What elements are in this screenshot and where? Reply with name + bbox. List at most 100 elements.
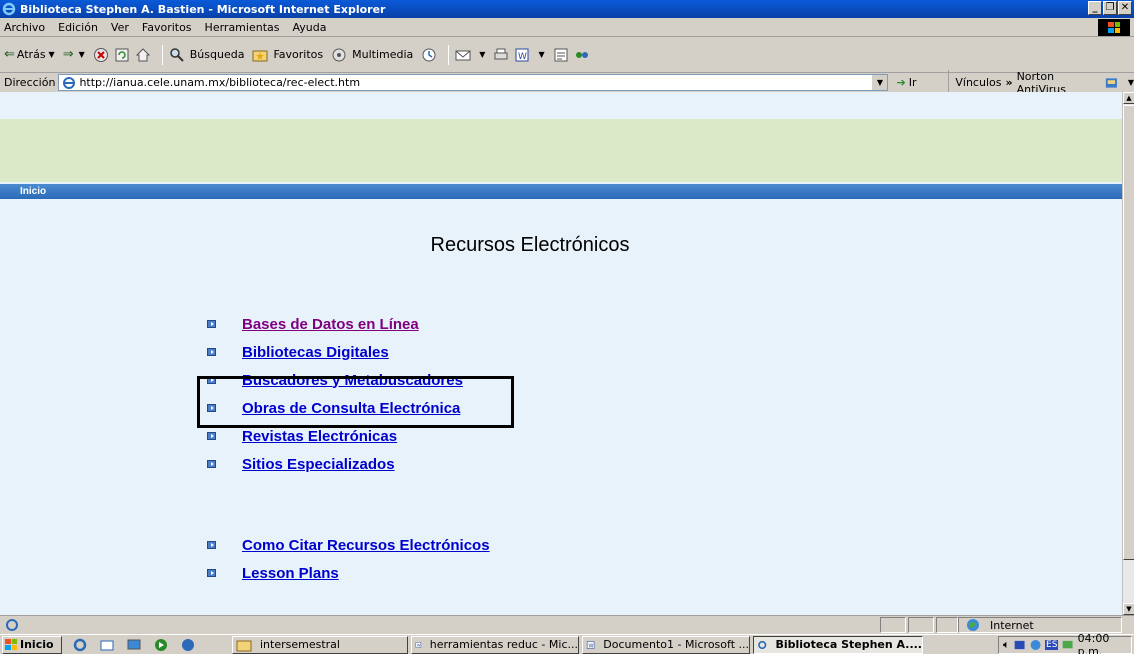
menu-archivo[interactable]: Archivo — [4, 21, 45, 34]
window-title: Biblioteca Stephen A. Bastien - Microsof… — [20, 2, 386, 16]
antivirus-icon[interactable] — [1029, 637, 1042, 653]
status-bar: Internet — [0, 615, 1134, 634]
menu-favoritos[interactable]: Favoritos — [142, 21, 192, 34]
chevron-down-icon[interactable]: ▼ — [79, 50, 85, 59]
messenger-icon[interactable] — [180, 637, 196, 653]
task-herramientas[interactable]: W herramientas reduc - Mic... — [411, 635, 579, 654]
stop-icon[interactable] — [93, 47, 109, 63]
list-item: Lesson Plans — [207, 559, 490, 587]
mail-button[interactable]: ▼ — [455, 47, 485, 63]
go-button[interactable]: ➔ Ir — [896, 76, 942, 89]
secondary-resource-list: Como Citar Recursos Electrónicos Lesson … — [207, 531, 490, 587]
svg-text:W: W — [588, 643, 593, 649]
task-label: Biblioteca Stephen A.... — [775, 638, 922, 651]
task-label: Documento1 - Microsoft ... — [603, 638, 749, 651]
search-button[interactable]: Búsqueda — [169, 47, 244, 63]
zone-label: Internet — [990, 618, 1034, 632]
links-label[interactable]: Vínculos — [955, 76, 1001, 89]
language-indicator[interactable]: ES — [1045, 640, 1059, 650]
header-banner — [0, 119, 1122, 182]
vertical-scrollbar[interactable]: ▲ ▼ — [1122, 92, 1134, 615]
mail-icon — [455, 50, 471, 60]
chevron-down-icon[interactable]: ▼ — [871, 75, 888, 90]
bibliotecas-digitales-link[interactable]: Bibliotecas Digitales — [242, 344, 389, 361]
revistas-electronicas-link[interactable]: Revistas Electrónicas — [242, 428, 397, 445]
bullet-icon — [207, 404, 216, 412]
url-input[interactable]: http://ianua.cele.unam.mx/biblioteca/rec… — [58, 74, 889, 91]
print-icon[interactable] — [493, 47, 509, 63]
outlook-icon[interactable] — [99, 637, 115, 653]
minimize-button[interactable]: _ — [1088, 1, 1102, 15]
desktop-icon[interactable] — [126, 637, 142, 653]
media-player-icon[interactable] — [153, 637, 169, 653]
folder-icon — [236, 640, 252, 651]
menu-edicion[interactable]: Edición — [58, 21, 98, 34]
task-intersemestral[interactable]: intersemestral — [232, 635, 408, 654]
como-citar-link[interactable]: Como Citar Recursos Electrónicos — [242, 537, 490, 554]
scroll-down-icon[interactable]: ▼ — [1123, 603, 1134, 615]
favorites-button[interactable]: Favoritos — [252, 47, 323, 63]
messenger-icon[interactable] — [574, 47, 590, 63]
toolbar: ⇐ Atrás ▼ ⇒ ▼ Búsqueda Favoritos Multime… — [0, 37, 1134, 73]
start-button[interactable]: Inicio — [2, 635, 62, 654]
edit-button[interactable]: W ▼ — [514, 47, 545, 63]
list-item: Como Citar Recursos Electrónicos — [207, 531, 490, 559]
chevron-down-icon[interactable]: ▼ — [49, 50, 55, 59]
menu-ver[interactable]: Ver — [111, 21, 129, 34]
bullet-icon — [207, 541, 216, 549]
status-panel — [880, 617, 906, 633]
discuss-icon[interactable] — [553, 47, 569, 63]
windows-logo-icon — [5, 639, 17, 650]
inicio-link[interactable]: Inicio — [20, 186, 46, 197]
menu-bar: Archivo Edición Ver Favoritos Herramient… — [0, 18, 1134, 37]
list-item: Obras de Consulta Electrónica — [207, 394, 463, 422]
volume-icon[interactable]: 🔈︎ — [1003, 638, 1010, 652]
refresh-icon[interactable] — [114, 47, 130, 63]
menu-herramientas[interactable]: Herramientas — [205, 21, 280, 34]
list-item: Revistas Electrónicas — [207, 422, 463, 450]
buscadores-link[interactable]: Buscadores y Metabuscadores — [242, 372, 463, 389]
ie-icon[interactable] — [72, 637, 88, 653]
forward-arrow-icon: ⇒ — [62, 47, 74, 62]
scrollbar-thumb[interactable] — [1123, 105, 1134, 560]
sitios-especializados-link[interactable]: Sitios Especializados — [242, 456, 395, 473]
word-doc-icon: W — [415, 641, 422, 648]
list-item: Bibliotecas Digitales — [207, 338, 463, 366]
page-viewport: Inicio Recursos Electrónicos Bases de Da… — [0, 92, 1122, 615]
chevron-down-icon[interactable]: ▼ — [479, 50, 485, 59]
multimedia-button[interactable]: Multimedia — [331, 47, 413, 63]
bases-de-datos-link[interactable]: Bases de Datos en Línea — [242, 316, 419, 333]
norton-icon[interactable] — [1104, 75, 1119, 91]
windows-logo-icon — [1098, 19, 1130, 36]
toolbar-separator — [161, 44, 163, 65]
multimedia-icon — [332, 48, 346, 61]
status-panel — [936, 617, 958, 633]
chevron-right-icon[interactable]: » — [1005, 76, 1012, 89]
lesson-plans-link[interactable]: Lesson Plans — [242, 565, 339, 582]
maximize-button[interactable]: ❐ — [1103, 1, 1117, 15]
address-label: Dirección — [4, 76, 56, 89]
resource-list: Bases de Datos en Línea Bibliotecas Digi… — [207, 310, 463, 478]
obras-de-consulta-link[interactable]: Obras de Consulta Electrónica — [242, 400, 460, 417]
display-icon[interactable] — [1061, 637, 1074, 653]
url-text: http://ianua.cele.unam.mx/biblioteca/rec… — [79, 76, 361, 89]
ie-icon — [758, 640, 767, 649]
task-biblioteca[interactable]: Biblioteca Stephen A.... — [753, 635, 923, 654]
close-button[interactable]: ✕ — [1118, 1, 1132, 15]
quick-launch — [72, 637, 232, 653]
bullet-icon — [207, 376, 216, 384]
bullet-icon — [207, 348, 216, 356]
search-icon — [170, 47, 184, 62]
chevron-down-icon[interactable]: ▼ — [538, 50, 544, 59]
history-icon[interactable] — [421, 47, 437, 63]
scroll-up-icon[interactable]: ▲ — [1123, 92, 1134, 104]
list-item: Buscadores y Metabuscadores — [207, 366, 463, 394]
home-icon[interactable] — [135, 47, 151, 63]
network-icon[interactable] — [1013, 637, 1026, 653]
menu-ayuda[interactable]: Ayuda — [292, 21, 326, 34]
go-label: Ir — [908, 76, 917, 89]
chevron-down-icon[interactable]: ▼ — [1128, 78, 1134, 87]
forward-button[interactable]: ⇒ ▼ — [63, 47, 85, 62]
back-button[interactable]: ⇐ Atrás ▼ — [4, 47, 55, 62]
task-documento1[interactable]: W Documento1 - Microsoft ... — [582, 635, 750, 654]
